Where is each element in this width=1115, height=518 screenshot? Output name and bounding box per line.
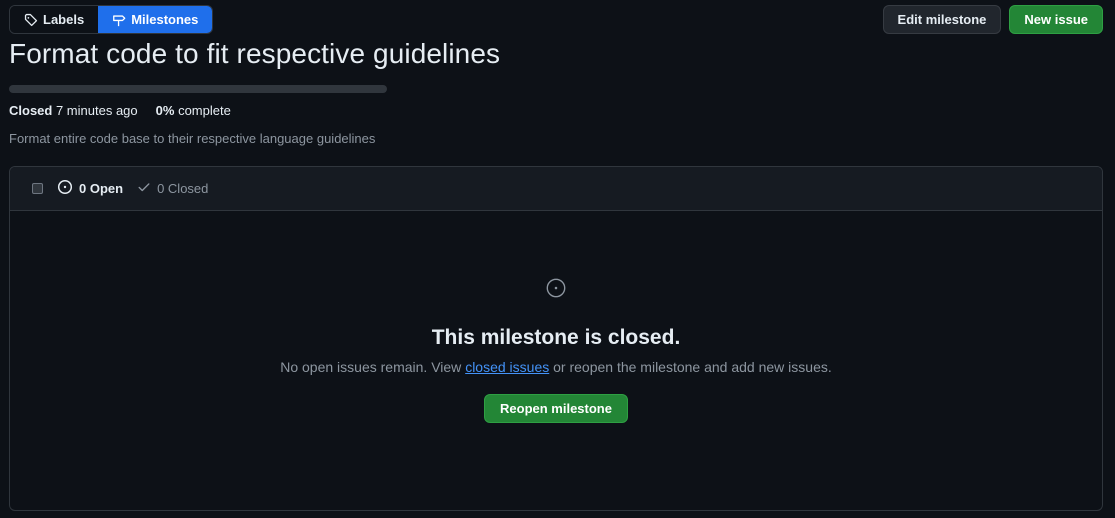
tag-icon bbox=[24, 13, 38, 27]
milestone-closed-time: 7 minutes ago bbox=[55, 103, 138, 118]
blankslate-text-before: No open issues remain. View bbox=[280, 359, 466, 375]
page-title: Format code to fit respective guidelines bbox=[9, 38, 501, 69]
closed-issues-filter[interactable]: 0 Closed bbox=[137, 180, 208, 197]
milestone-description: Format entire code base to their respect… bbox=[9, 131, 376, 146]
milestone-progress-bar bbox=[9, 85, 387, 93]
select-all-checkbox[interactable] bbox=[32, 183, 43, 194]
reopen-milestone-button[interactable]: Reopen milestone bbox=[484, 394, 628, 423]
milestone-page: Labels Milestones Edit milestone New iss… bbox=[0, 0, 1115, 518]
edit-milestone-button[interactable]: Edit milestone bbox=[882, 5, 1002, 34]
milestone-complete-label: complete bbox=[178, 103, 231, 118]
milestone-meta: Closed 7 minutes ago 0% complete bbox=[9, 103, 231, 118]
labels-milestones-nav: Labels Milestones bbox=[9, 5, 214, 34]
milestone-actions: Edit milestone New issue bbox=[882, 5, 1103, 34]
open-issues-label: 0 Open bbox=[79, 181, 124, 196]
milestone-icon bbox=[112, 13, 126, 27]
issue-opened-icon bbox=[57, 179, 73, 198]
closed-issues-label: 0 Closed bbox=[157, 181, 209, 196]
blankslate-text: No open issues remain. View closed issue… bbox=[280, 359, 832, 375]
closed-issues-link[interactable]: closed issues bbox=[465, 359, 549, 375]
blankslate: This milestone is closed. No open issues… bbox=[10, 277, 1102, 423]
tab-labels-label: Labels bbox=[43, 12, 85, 27]
new-issue-button[interactable]: New issue bbox=[1009, 5, 1103, 34]
blankslate-title: This milestone is closed. bbox=[431, 326, 681, 349]
tab-milestones[interactable]: Milestones bbox=[98, 6, 213, 33]
milestone-percent: 0% bbox=[155, 103, 175, 118]
tab-milestones-label: Milestones bbox=[131, 12, 199, 27]
issues-box-header: 0 Open 0 Closed bbox=[10, 167, 1102, 211]
milestone-status: Closed bbox=[9, 103, 53, 118]
tab-labels[interactable]: Labels bbox=[10, 6, 99, 33]
issue-opened-icon bbox=[545, 277, 567, 304]
open-issues-filter[interactable]: 0 Open bbox=[57, 179, 123, 198]
blankslate-text-after: or reopen the milestone and add new issu… bbox=[549, 359, 832, 375]
check-icon bbox=[137, 180, 151, 197]
issues-box: 0 Open 0 Closed This milestone is closed… bbox=[9, 166, 1103, 511]
